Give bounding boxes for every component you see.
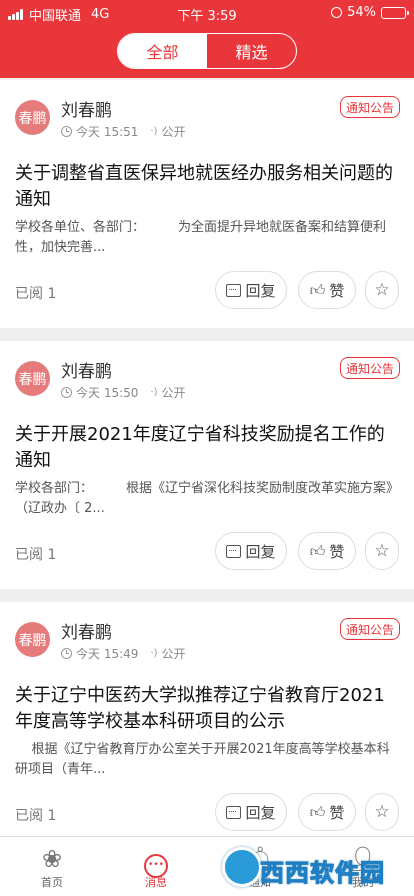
post-time: 今天 15:51 [76, 125, 139, 139]
status-bar: 中国联通 4G 下午 3:59 54% [0, 0, 414, 26]
post-card[interactable]: 春鹏 刘春鹏 今天 15:49 ·) 公开 通知公告 关于辽宁中医药大学拟推荐辽… [0, 602, 414, 836]
author-name: 刘春鹏 [61, 101, 112, 121]
post-time: 今天 15:49 [76, 647, 139, 661]
segmented-control: 全部 精选 [117, 33, 297, 69]
thumbs-up-icon: 👍︎ [309, 541, 326, 560]
post-meta: 今天 15:51 ·) 公开 [61, 123, 186, 140]
tab-featured[interactable]: 精选 [207, 34, 296, 68]
post-time: 今天 15:50 [76, 386, 139, 400]
post-title[interactable]: 关于开展2021年度辽宁省科技奖励提名工作的通知 [15, 422, 400, 474]
avatar[interactable]: 春鹏 [15, 361, 50, 396]
home-grid-icon: ❀ [41, 845, 63, 873]
thumbs-up-icon: 👍︎ [309, 280, 326, 299]
comment-icon [226, 544, 242, 558]
alarm-icon [331, 7, 343, 18]
broadcast-icon: ·) [150, 648, 158, 659]
battery-percent: 54% [347, 5, 376, 20]
battery-icon [381, 6, 409, 19]
broadcast-icon: ·) [150, 387, 158, 398]
post-excerpt: 根据《辽宁省教育厅办公室关于开展2021年度高等学校基本科研项目（青年... [15, 742, 390, 777]
visibility-label: 公开 [161, 386, 186, 400]
watermark-logo: 西西软件园 [222, 843, 412, 893]
comment-icon [226, 805, 242, 819]
like-label: 赞 [329, 542, 345, 561]
post-excerpt: 学校各部门： 根据《辽宁省深化科技奖励制度改革实施方案》（辽政办〔 2... [15, 481, 400, 516]
visibility-label: 公开 [161, 125, 186, 139]
author-name: 刘春鹏 [61, 623, 112, 643]
reply-label: 回复 [245, 281, 276, 300]
category-badge: 通知公告 [339, 357, 400, 379]
avatar[interactable]: 春鹏 [15, 622, 50, 657]
like-button[interactable]: 👍︎ 赞 [298, 793, 356, 831]
thumbs-up-icon: 👍︎ [309, 802, 326, 821]
author-name: 刘春鹏 [61, 362, 112, 382]
comment-icon [226, 283, 242, 297]
watermark-text: 西西软件园 [260, 859, 385, 888]
star-icon: ☆ [374, 541, 390, 561]
category-badge: 通知公告 [339, 96, 400, 118]
tab-messages[interactable]: ••• 消息 [106, 837, 206, 896]
like-label: 赞 [329, 281, 345, 300]
reply-label: 回复 [245, 542, 276, 561]
clock-icon [61, 126, 72, 137]
post-meta: 今天 15:50 ·) 公开 [61, 384, 186, 401]
clock-icon [61, 387, 72, 398]
post-excerpt: 学校各单位、各部门： 为全面提升异地就医备案和结算便利性，加快完善... [15, 220, 387, 255]
star-icon: ☆ [374, 280, 390, 300]
read-count: 已阅 1 [15, 286, 57, 302]
like-button[interactable]: 👍︎ 赞 [298, 532, 356, 570]
reply-button[interactable]: 回复 [215, 271, 287, 309]
post-card[interactable]: 春鹏 刘春鹏 今天 15:50 ·) 公开 通知公告 关于开展2021年度辽宁省… [0, 341, 414, 589]
post-title[interactable]: 关于辽宁中医药大学拟推荐辽宁省教育厅2021年度高等学校基本科研项目的公示 [15, 683, 400, 735]
clock-icon [61, 648, 72, 659]
tab-all[interactable]: 全部 [118, 34, 207, 68]
visibility-label: 公开 [161, 647, 186, 661]
post-title[interactable]: 关于调整省直医保异地就医经办服务相关问题的通知 [15, 161, 400, 213]
post-card[interactable]: 春鹏 刘春鹏 今天 15:51 ·) 公开 通知公告 关于调整省直医保异地就医经… [0, 80, 414, 328]
like-button[interactable]: 👍︎ 赞 [298, 271, 356, 309]
avatar[interactable]: 春鹏 [15, 100, 50, 135]
favorite-button[interactable]: ☆ [365, 532, 399, 570]
reply-button[interactable]: 回复 [215, 532, 287, 570]
star-icon: ☆ [374, 802, 390, 822]
tab-home[interactable]: ❀ 首页 [2, 837, 102, 896]
post-meta: 今天 15:49 ·) 公开 [61, 645, 186, 662]
reply-button[interactable]: 回复 [215, 793, 287, 831]
header-bar: 中国联通 4G 下午 3:59 54% 全部 精选 [0, 0, 414, 78]
tab-home-label: 首页 [41, 876, 63, 889]
like-label: 赞 [329, 803, 345, 822]
favorite-button[interactable]: ☆ [365, 793, 399, 831]
message-bubble-icon: ••• [106, 844, 206, 878]
reply-label: 回复 [245, 803, 276, 822]
read-count: 已阅 1 [15, 808, 57, 824]
watermark-circle-icon [222, 847, 262, 887]
read-count: 已阅 1 [15, 547, 57, 563]
category-badge: 通知公告 [339, 618, 400, 640]
favorite-button[interactable]: ☆ [365, 271, 399, 309]
broadcast-icon: ·) [150, 126, 158, 137]
